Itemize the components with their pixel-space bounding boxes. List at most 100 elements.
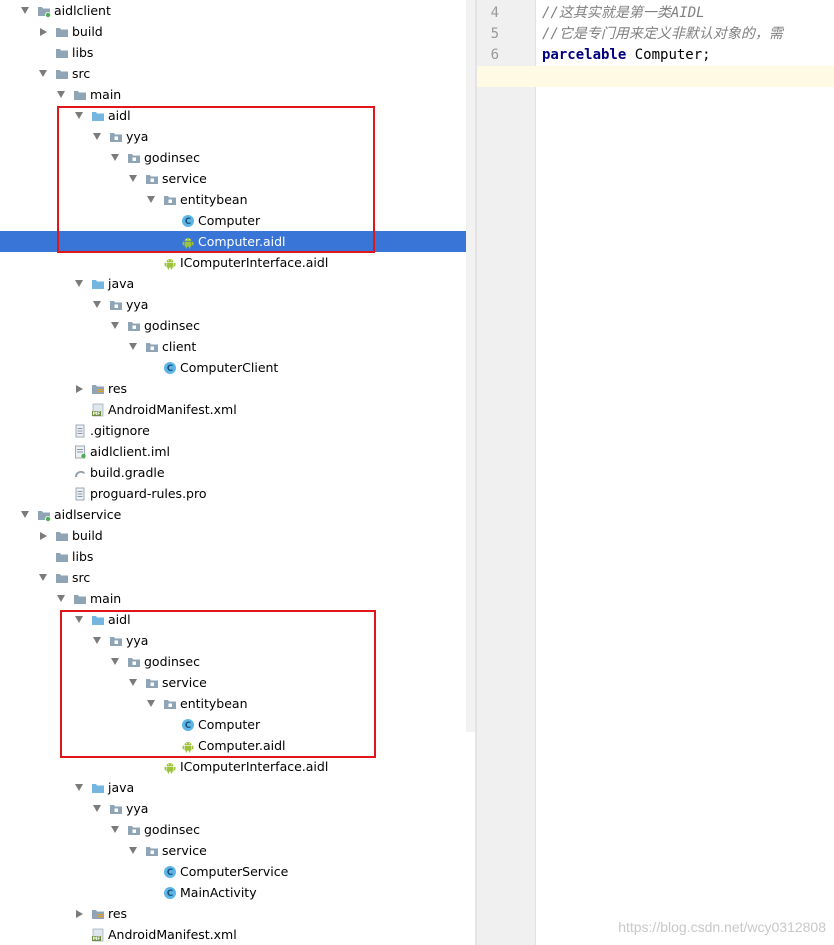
code-line[interactable]: //它是专门用来定义非默认对象的，需 — [542, 24, 783, 45]
tree-scrollbar[interactable] — [466, 0, 475, 732]
expand-arrow-icon[interactable] — [110, 657, 120, 667]
expand-arrow-icon[interactable] — [92, 300, 102, 310]
tree-row[interactable]: service — [0, 672, 475, 693]
tree-row-label: MainActivity — [180, 885, 257, 900]
project-tree[interactable]: aidlclient build libs src main aidl yya godinse… — [0, 0, 475, 945]
expand-arrow-icon[interactable] — [74, 783, 84, 793]
expand-arrow-icon[interactable] — [128, 678, 138, 688]
tree-row-label: service — [162, 171, 207, 186]
tree-row[interactable]: build — [0, 21, 475, 42]
tree-row[interactable]: aidlclient — [0, 0, 475, 21]
tree-row[interactable]: yya — [0, 630, 475, 651]
tree-row-label: Computer — [198, 717, 261, 732]
collapse-arrow-icon[interactable] — [74, 384, 84, 394]
class-icon: C — [181, 214, 195, 228]
tree-row[interactable]: libs — [0, 42, 475, 63]
folder-icon — [55, 46, 69, 60]
svg-text:C: C — [167, 364, 173, 374]
tree-row-label: java — [108, 276, 135, 291]
expand-arrow-icon[interactable] — [38, 573, 48, 583]
code-editor[interactable]: 4567 //这其实就是第一类AIDL//它是专门用来定义非默认对象的，需par… — [477, 0, 834, 945]
expand-arrow-icon[interactable] — [92, 132, 102, 142]
tree-row[interactable]: proguard-rules.pro — [0, 483, 475, 504]
module-folder-icon — [37, 4, 51, 18]
package-icon — [127, 151, 141, 165]
expand-arrow-icon[interactable] — [110, 153, 120, 163]
tree-row[interactable]: godinsec — [0, 819, 475, 840]
expand-arrow-icon[interactable] — [110, 825, 120, 835]
tree-row[interactable]: main — [0, 588, 475, 609]
expand-arrow-icon[interactable] — [128, 342, 138, 352]
tree-row[interactable]: entitybean — [0, 189, 475, 210]
tree-row-label: IComputerInterface.aidl — [180, 255, 329, 270]
svg-text:C: C — [167, 868, 173, 878]
expand-arrow-icon[interactable] — [128, 174, 138, 184]
tree-row[interactable]: MF AndroidManifest.xml — [0, 924, 475, 945]
expand-arrow-icon[interactable] — [20, 6, 30, 16]
tree-row[interactable]: service — [0, 168, 475, 189]
tree-row[interactable]: java — [0, 273, 475, 294]
expand-arrow-icon[interactable] — [128, 846, 138, 856]
tree-row[interactable]: yya — [0, 294, 475, 315]
tree-row[interactable]: client — [0, 336, 475, 357]
tree-row[interactable]: build — [0, 525, 475, 546]
svg-text:C: C — [167, 889, 173, 899]
res-folder-icon — [91, 907, 105, 921]
tree-row[interactable]: godinsec — [0, 651, 475, 672]
expand-arrow-icon[interactable] — [56, 594, 66, 604]
code-line[interactable]: //这其实就是第一类AIDL — [542, 3, 705, 24]
tree-row[interactable]: C MainActivity — [0, 882, 475, 903]
tree-row[interactable]: .gitignore — [0, 420, 475, 441]
tree-row[interactable]: yya — [0, 798, 475, 819]
tree-row[interactable]: IComputerInterface.aidl — [0, 252, 475, 273]
tree-row[interactable]: res — [0, 378, 475, 399]
tree-row[interactable]: C ComputerClient — [0, 357, 475, 378]
tree-row[interactable]: src — [0, 63, 475, 84]
package-icon — [145, 676, 159, 690]
expand-arrow-icon[interactable] — [110, 321, 120, 331]
manifest-icon: MF — [91, 403, 105, 417]
tree-row[interactable]: aidlclient.iml — [0, 441, 475, 462]
tree-row[interactable]: service — [0, 840, 475, 861]
tree-row-label: aidl — [108, 612, 131, 627]
tree-row[interactable]: C Computer — [0, 210, 475, 231]
tree-row[interactable]: yya — [0, 126, 475, 147]
collapse-arrow-icon[interactable] — [38, 531, 48, 541]
tree-row[interactable]: IComputerInterface.aidl — [0, 756, 475, 777]
expand-arrow-icon[interactable] — [74, 279, 84, 289]
collapse-arrow-icon[interactable] — [38, 27, 48, 37]
tree-row[interactable]: res — [0, 903, 475, 924]
tree-row[interactable]: C Computer — [0, 714, 475, 735]
tree-row[interactable]: entitybean — [0, 693, 475, 714]
expand-arrow-icon[interactable] — [146, 195, 156, 205]
tree-row[interactable]: java — [0, 777, 475, 798]
tree-row[interactable]: godinsec — [0, 315, 475, 336]
tree-row[interactable]: src — [0, 567, 475, 588]
expand-arrow-icon[interactable] — [92, 804, 102, 814]
tree-row[interactable]: C ComputerService — [0, 861, 475, 882]
expand-arrow-icon[interactable] — [146, 699, 156, 709]
code-line[interactable]: parcelable Computer; — [542, 45, 711, 66]
tree-row[interactable]: Computer.aidl — [0, 231, 475, 252]
tree-row[interactable]: aidl — [0, 105, 475, 126]
tree-row-label: Computer.aidl — [198, 234, 286, 249]
tree-row[interactable]: aidlservice — [0, 504, 475, 525]
tree-row[interactable]: aidl — [0, 609, 475, 630]
expand-arrow-icon[interactable] — [38, 69, 48, 79]
class-icon: C — [181, 718, 195, 732]
expand-arrow-icon[interactable] — [92, 636, 102, 646]
tree-row[interactable]: Computer.aidl — [0, 735, 475, 756]
tree-row[interactable]: MF AndroidManifest.xml — [0, 399, 475, 420]
expand-arrow-icon[interactable] — [56, 90, 66, 100]
iml-icon — [73, 445, 87, 459]
tree-row[interactable]: main — [0, 84, 475, 105]
tree-row[interactable]: godinsec — [0, 147, 475, 168]
tree-row[interactable]: libs — [0, 546, 475, 567]
expand-arrow-icon[interactable] — [74, 111, 84, 121]
tree-row-label: res — [108, 906, 128, 921]
expand-arrow-icon[interactable] — [20, 510, 30, 520]
collapse-arrow-icon[interactable] — [74, 909, 84, 919]
expand-arrow-icon[interactable] — [74, 615, 84, 625]
package-icon — [109, 298, 123, 312]
tree-row[interactable]: build.gradle — [0, 462, 475, 483]
